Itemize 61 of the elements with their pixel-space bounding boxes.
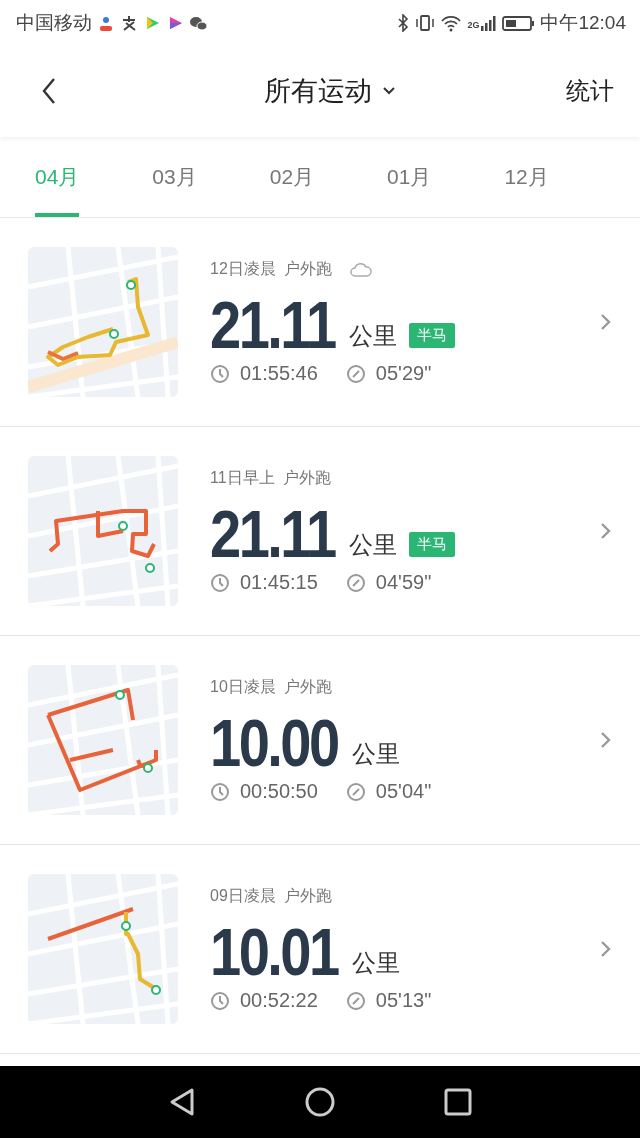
run-time-label: 12日凌晨 (210, 259, 276, 279)
pace-value: 05'04" (375, 780, 432, 803)
run-time-label: 09日凌晨 (210, 886, 276, 906)
back-icon[interactable] (40, 77, 58, 105)
statistics-button[interactable]: 统计 (562, 71, 618, 111)
pace-value: 04'59" (375, 571, 432, 594)
run-card[interactable]: 09日凌晨 户外跑 10.01 公里 00:52:22 05'13" (0, 845, 640, 1054)
run-card[interactable]: 11日早上 户外跑 21.11 公里 半马 01:45:15 04'59" (0, 427, 640, 636)
duration-value: 01:45:15 (240, 571, 318, 594)
duration-value: 01:55:46 (240, 362, 318, 385)
month-tab[interactable]: 01月 (387, 137, 432, 217)
run-time-label: 11日早上 (210, 468, 275, 488)
distance-value: 21.11 (210, 292, 335, 358)
pace-gauge-icon (345, 363, 366, 384)
distance-value: 21.11 (210, 501, 335, 567)
clock-icon (210, 990, 230, 1011)
run-type: 户外跑 (283, 259, 332, 279)
distance-unit: 公里 (352, 739, 401, 769)
pace-value: 05'29" (375, 362, 432, 385)
distance-value: 10.01 (210, 919, 338, 985)
distance-unit: 公里 (352, 948, 401, 978)
chevron-down-icon (382, 85, 396, 97)
run-type: 户外跑 (283, 886, 332, 906)
pace-gauge-icon (345, 781, 366, 802)
duration-value: 00:52:22 (240, 989, 318, 1012)
clock-icon (210, 363, 230, 384)
signal-icon (480, 13, 498, 32)
run-type: 户外跑 (283, 677, 332, 697)
chevron-right-icon (600, 731, 612, 749)
run-card[interactable]: 10日凌晨 户外跑 10.00 公里 00:50:50 05'04" (0, 636, 640, 845)
half-marathon-tag: 半马 (408, 323, 455, 348)
distance-value: 10.00 (210, 710, 338, 776)
recents-nav-icon[interactable] (444, 1088, 472, 1116)
back-nav-icon[interactable] (168, 1087, 196, 1117)
chevron-right-icon (600, 522, 612, 540)
run-time-label: 10日凌晨 (210, 677, 276, 697)
network-type: 2G (467, 19, 480, 30)
bluetooth-icon (396, 13, 411, 32)
month-tab[interactable]: 12月 (504, 137, 549, 217)
duration-value: 00:50:50 (240, 780, 318, 803)
chevron-right-icon (600, 313, 612, 331)
title-dropdown[interactable]: 所有运动 (264, 73, 396, 109)
run-type: 户外跑 (282, 468, 331, 488)
home-nav-icon[interactable] (304, 1086, 336, 1118)
wifi-icon (440, 13, 463, 32)
clock-icon (210, 572, 230, 593)
month-tab[interactable]: 02月 (269, 137, 315, 217)
distance-unit: 公里 (348, 530, 397, 560)
clock-time: 中午12:04 (540, 10, 626, 35)
run-card[interactable]: 12日凌晨 户外跑 21.11 公里 半马 01:55:46 05'29" (0, 218, 640, 427)
battery-icon (502, 13, 536, 32)
chevron-right-icon (600, 940, 612, 958)
pace-value: 05'13" (375, 989, 432, 1012)
month-tab[interactable]: 03月 (152, 137, 197, 217)
clock-icon (210, 781, 230, 802)
vibrate-icon (415, 13, 436, 32)
half-marathon-tag: 半马 (408, 532, 455, 557)
distance-unit: 公里 (348, 321, 397, 351)
carrier-name: 中国移动 (16, 10, 92, 35)
pace-gauge-icon (345, 990, 366, 1011)
pace-gauge-icon (345, 572, 366, 593)
